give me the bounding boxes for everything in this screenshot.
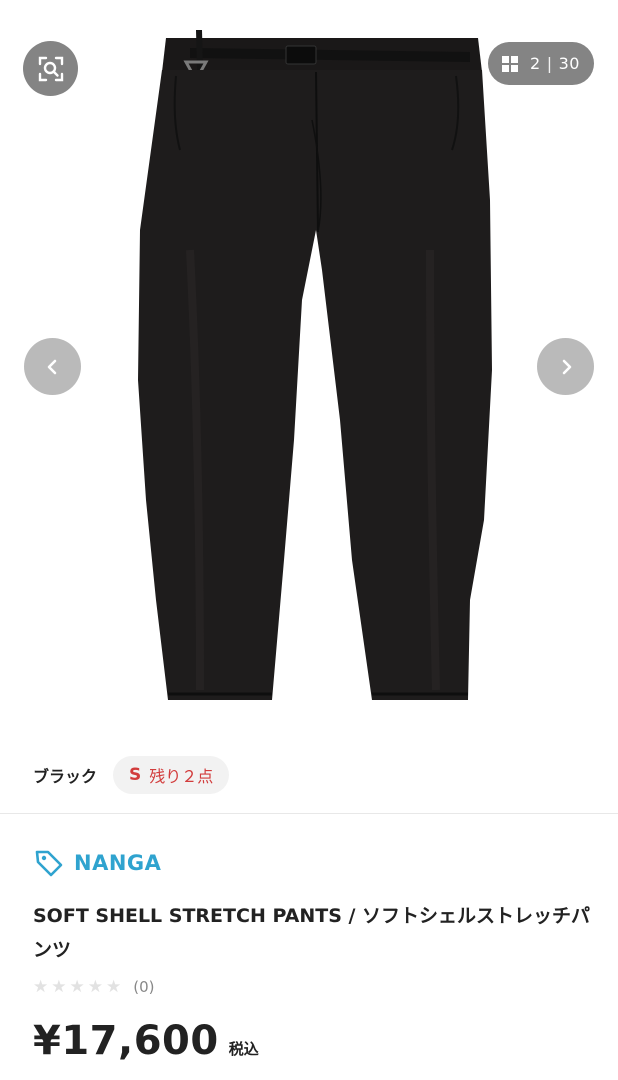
- image-counter[interactable]: 2 | 30: [488, 42, 594, 85]
- star-icon: ★: [33, 977, 49, 997]
- brand-link[interactable]: NANGA: [34, 848, 161, 878]
- product-image[interactable]: [0, 0, 618, 740]
- product-image-gallery[interactable]: 2 | 30: [0, 0, 618, 740]
- zoom-button[interactable]: [23, 41, 78, 96]
- stock-label: 残り２点: [149, 767, 214, 786]
- tax-label: 税込: [228, 1040, 259, 1058]
- star-icon: ★: [87, 977, 103, 997]
- counter-separator: |: [546, 54, 553, 73]
- rating-stars: ★ ★ ★ ★ ★: [33, 978, 121, 996]
- next-image-button[interactable]: [537, 338, 594, 395]
- previous-image-button[interactable]: [24, 338, 81, 395]
- counter-total: 30: [558, 54, 580, 73]
- variant-row: ブラック S 残り２点: [33, 755, 230, 795]
- size-label: S: [129, 765, 142, 785]
- product-title: SOFT SHELL STRETCH PANTS / ソフトシェルストレッチパン…: [33, 905, 591, 961]
- price: ¥17,600: [33, 1018, 219, 1064]
- price-row: ¥17,600 税込: [33, 1018, 259, 1064]
- rating-row[interactable]: ★ ★ ★ ★ ★ (0): [33, 978, 155, 996]
- chevron-right-icon: [562, 359, 571, 374]
- divider: [0, 813, 618, 814]
- star-icon: ★: [106, 977, 122, 997]
- review-count: (0): [133, 978, 155, 996]
- counter-current: 2: [530, 54, 541, 73]
- brand-name: NANGA: [74, 851, 162, 875]
- pants-body: [138, 70, 492, 700]
- star-icon: ★: [69, 977, 85, 997]
- chevron-left-icon: [47, 359, 56, 374]
- tag-icon: [35, 850, 63, 877]
- grid-icon: [502, 55, 519, 72]
- color-label: ブラック: [33, 767, 98, 786]
- star-icon: ★: [51, 977, 67, 997]
- zoom-search-icon: [38, 56, 63, 81]
- size-stock-chip[interactable]: S 残り２点: [113, 756, 230, 794]
